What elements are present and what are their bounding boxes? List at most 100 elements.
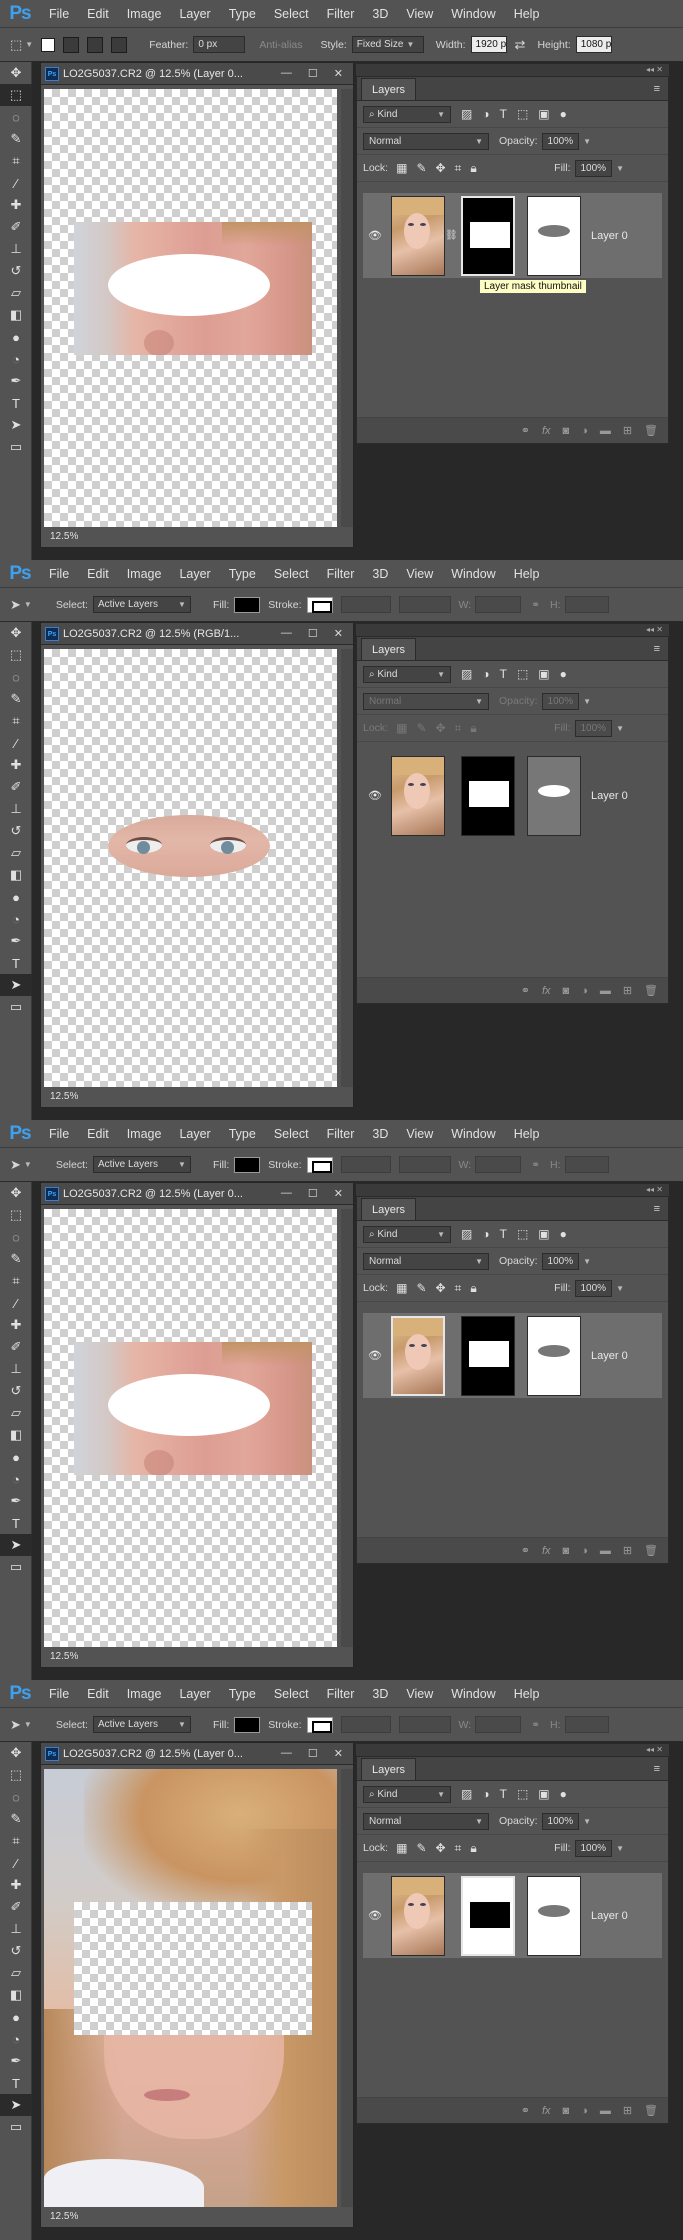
link-icon[interactable]: ⚭ [521, 2104, 530, 2117]
stroke-width-input[interactable] [340, 1156, 391, 1173]
crop-tool-icon[interactable]: ⌗ [0, 1270, 32, 1292]
type-filter-icon[interactable]: T [500, 667, 507, 681]
pen-tool-icon[interactable]: ✒ [0, 1490, 32, 1512]
move-tool-icon[interactable]: ✥ [0, 62, 32, 84]
lock-artboard-icon[interactable]: ⌗ [455, 161, 462, 176]
menu-image[interactable]: Image [118, 1680, 171, 1708]
type-filter-icon[interactable]: T [500, 107, 507, 121]
stamp-tool-icon[interactable]: ⊥ [0, 798, 32, 820]
crop-tool-icon[interactable]: ⌗ [0, 710, 32, 732]
blur-tool-icon[interactable]: ● [0, 2006, 32, 2028]
lock-transparent-icon[interactable]: ▦ [396, 1841, 407, 1856]
layer-thumbnail[interactable] [391, 1875, 445, 1956]
shape-tool-icon[interactable]: ▭ [0, 2116, 32, 2138]
panel-collapse-bar[interactable]: ◂◂ ✕ [356, 1744, 669, 1756]
menu-edit[interactable]: Edit [78, 560, 118, 588]
menu-help[interactable]: Help [505, 0, 549, 28]
shape-filter-icon[interactable]: ⬚ [517, 1787, 528, 1801]
layer-row-layer-0[interactable]: 👁︎ Layer 0 [363, 753, 662, 838]
visibility-eye-icon[interactable]: 👁︎ [363, 1909, 387, 1922]
menu-file[interactable]: File [40, 1680, 78, 1708]
layer-thumbnail[interactable] [391, 195, 445, 276]
path-select-preset-icon[interactable]: ➤ [10, 1157, 21, 1173]
panel-collapse-bar[interactable]: ◂◂ ✕ [356, 64, 669, 76]
link-dimensions-icon[interactable]: ⚭ [531, 1719, 540, 1731]
shape-filter-icon[interactable]: ⬚ [517, 1227, 528, 1241]
trash-icon[interactable]: 🗑︎ [644, 424, 658, 437]
minimize-icon[interactable]: — [281, 627, 292, 640]
menu-view[interactable]: View [397, 560, 442, 588]
dodge-tool-icon[interactable]: ◔ [0, 348, 32, 370]
fx-icon[interactable]: fx [542, 2105, 551, 2117]
document-tab[interactable]: Ps LO2G5037.CR2 @ 12.5% (Layer 0... — ☐ ✕ [41, 1183, 353, 1205]
menu-view[interactable]: View [397, 1120, 442, 1148]
move-tool-icon[interactable]: ✥ [0, 1182, 32, 1204]
menu-layer[interactable]: Layer [170, 560, 219, 588]
crop-tool-icon[interactable]: ⌗ [0, 1830, 32, 1852]
menu-filter[interactable]: Filter [318, 560, 364, 588]
healing-tool-icon[interactable]: ✚ [0, 754, 32, 776]
menu-image[interactable]: Image [118, 1120, 171, 1148]
menu-window[interactable]: Window [442, 1120, 504, 1148]
layer-mask-thumbnail[interactable] [461, 755, 515, 836]
eyedropper-tool-icon[interactable]: ⁄ [0, 1292, 32, 1314]
lock-transparent-icon[interactable]: ▦ [396, 1281, 407, 1296]
shape-tool-icon[interactable]: ▭ [0, 1556, 32, 1578]
type-tool-icon[interactable]: T [0, 1512, 32, 1534]
lasso-tool-icon[interactable]: ◌ [0, 1226, 32, 1248]
marquee-tool-icon[interactable]: ⬚ [0, 1764, 32, 1786]
dodge-tool-icon[interactable]: ◔ [0, 908, 32, 930]
pixel-filter-icon[interactable]: ▨ [461, 1787, 472, 1801]
new-layer-icon[interactable]: ⊞ [623, 424, 632, 437]
document-tab[interactable]: Ps LO2G5037.CR2 @ 12.5% (Layer 0... — ☐ ✕ [41, 63, 353, 85]
folder-icon[interactable]: ▬ [600, 425, 611, 437]
quick-select-tool-icon[interactable]: ✎ [0, 688, 32, 710]
history-brush-icon[interactable]: ↺ [0, 1940, 32, 1962]
menu-3d[interactable]: 3D [363, 560, 397, 588]
marquee-tool-icon[interactable]: ⬚ [0, 84, 32, 106]
type-tool-icon[interactable]: T [0, 2072, 32, 2094]
link-icon[interactable]: ⚭ [521, 984, 530, 997]
lock-pixels-icon[interactable]: ✎ [416, 721, 426, 736]
menu-file[interactable]: File [40, 560, 78, 588]
quick-select-tool-icon[interactable]: ✎ [0, 1248, 32, 1270]
move-tool-icon[interactable]: ✥ [0, 1742, 32, 1764]
fill-swatch[interactable] [234, 596, 261, 613]
marquee-tool-icon[interactable]: ⬚ [0, 1204, 32, 1226]
fill-input[interactable]: 100% [574, 1279, 613, 1297]
eraser-tool-icon[interactable]: ▱ [0, 1402, 32, 1424]
menu-type[interactable]: Type [220, 560, 265, 588]
menu-3d[interactable]: 3D [363, 1680, 397, 1708]
blend-mode-select[interactable]: Normal ▼ [363, 132, 489, 150]
layer-row-layer-0[interactable]: 👁︎ Layer 0 [363, 1313, 662, 1398]
style-select[interactable]: Fixed Size ▼ [351, 36, 424, 53]
menu-window[interactable]: Window [442, 1680, 504, 1708]
zoom-level[interactable]: 12.5% [44, 1649, 78, 1665]
new-layer-icon[interactable]: ⊞ [623, 2104, 632, 2117]
folder-icon[interactable]: ▬ [600, 2105, 611, 2117]
close-icon[interactable]: ✕ [334, 67, 343, 80]
layers-tab[interactable]: Layers [361, 78, 417, 100]
height-input[interactable]: 1080 p [575, 36, 612, 53]
blend-mode-select[interactable]: Normal ▼ [363, 692, 489, 710]
panel-menu-icon[interactable]: ≡ [654, 83, 660, 95]
menu-window[interactable]: Window [442, 560, 504, 588]
history-brush-icon[interactable]: ↺ [0, 260, 32, 282]
minimize-icon[interactable]: — [281, 1747, 292, 1760]
visibility-eye-icon[interactable]: 👁︎ [363, 789, 387, 802]
menu-file[interactable]: File [40, 0, 78, 28]
visibility-eye-icon[interactable]: 👁︎ [363, 229, 387, 242]
menu-filter[interactable]: Filter [318, 1680, 364, 1708]
quick-select-tool-icon[interactable]: ✎ [0, 1808, 32, 1830]
path-select-tool-icon[interactable]: ➤ [0, 974, 32, 996]
menu-layer[interactable]: Layer [170, 1120, 219, 1148]
layer-row-layer-0[interactable]: 👁︎ ⛓︎ Layer 0 [363, 193, 662, 278]
maximize-icon[interactable]: ☐ [308, 627, 318, 640]
stroke-type-select[interactable] [398, 1716, 451, 1733]
healing-tool-icon[interactable]: ✚ [0, 1314, 32, 1336]
eyedropper-tool-icon[interactable]: ⁄ [0, 172, 32, 194]
select-scope-select[interactable]: Active Layers ▼ [92, 1156, 191, 1173]
menu-help[interactable]: Help [505, 560, 549, 588]
layer-name[interactable]: Layer 0 [591, 230, 628, 242]
gradient-tool-icon[interactable]: ◧ [0, 1984, 32, 2006]
